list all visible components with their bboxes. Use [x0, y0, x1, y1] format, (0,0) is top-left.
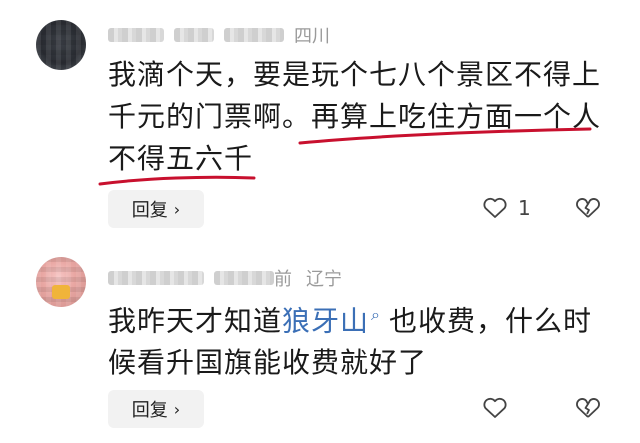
like-icon — [483, 197, 507, 218]
reply-button[interactable]: 回复 › — [108, 190, 204, 228]
comment-meta: 四川 — [108, 22, 330, 48]
like-icon — [483, 397, 507, 418]
avatar[interactable] — [36, 257, 86, 307]
comment-text: 我滴个天，要是玩个七八个景区不得上千元的门票啊。再算上吃住方面一个人 不得五六千 — [108, 54, 608, 180]
red-underline-mark — [298, 127, 592, 145]
comment-meta: 前 辽宁 — [108, 265, 342, 291]
blurred-username — [174, 28, 214, 42]
like-button[interactable] — [482, 396, 518, 420]
blurred-time — [224, 28, 284, 42]
comment-text: 我昨天才知道狼牙山 ⌕ 也收费，什么时候看升国旗能收费就好了 — [108, 294, 608, 384]
topic-link[interactable]: 狼牙山 — [282, 304, 369, 337]
blurred-username — [108, 28, 164, 42]
dislike-button[interactable] — [575, 195, 601, 225]
avatar[interactable] — [36, 20, 86, 70]
reply-label: 回复 — [131, 400, 168, 421]
comment-text-before-link: 我昨天才知道 — [108, 304, 283, 338]
location-label: 辽宁 — [306, 269, 342, 290]
like-count: 1 — [518, 196, 531, 220]
search-icon[interactable]: ⌕ — [371, 305, 381, 324]
dislike-button[interactable] — [575, 395, 601, 425]
chevron-right-icon: › — [173, 199, 181, 219]
location-label: 四川 — [294, 26, 330, 47]
time-suffix: 前 — [274, 269, 292, 290]
broken-heart-icon — [576, 398, 600, 418]
broken-heart-icon — [576, 198, 600, 218]
reply-button[interactable]: 回复 › — [108, 390, 204, 428]
red-underline-mark — [98, 175, 256, 186]
blurred-time — [214, 271, 274, 285]
like-button[interactable]: 1 — [482, 196, 531, 220]
reply-label: 回复 — [131, 200, 168, 221]
blurred-username — [108, 271, 204, 285]
chevron-right-icon: › — [173, 399, 181, 419]
